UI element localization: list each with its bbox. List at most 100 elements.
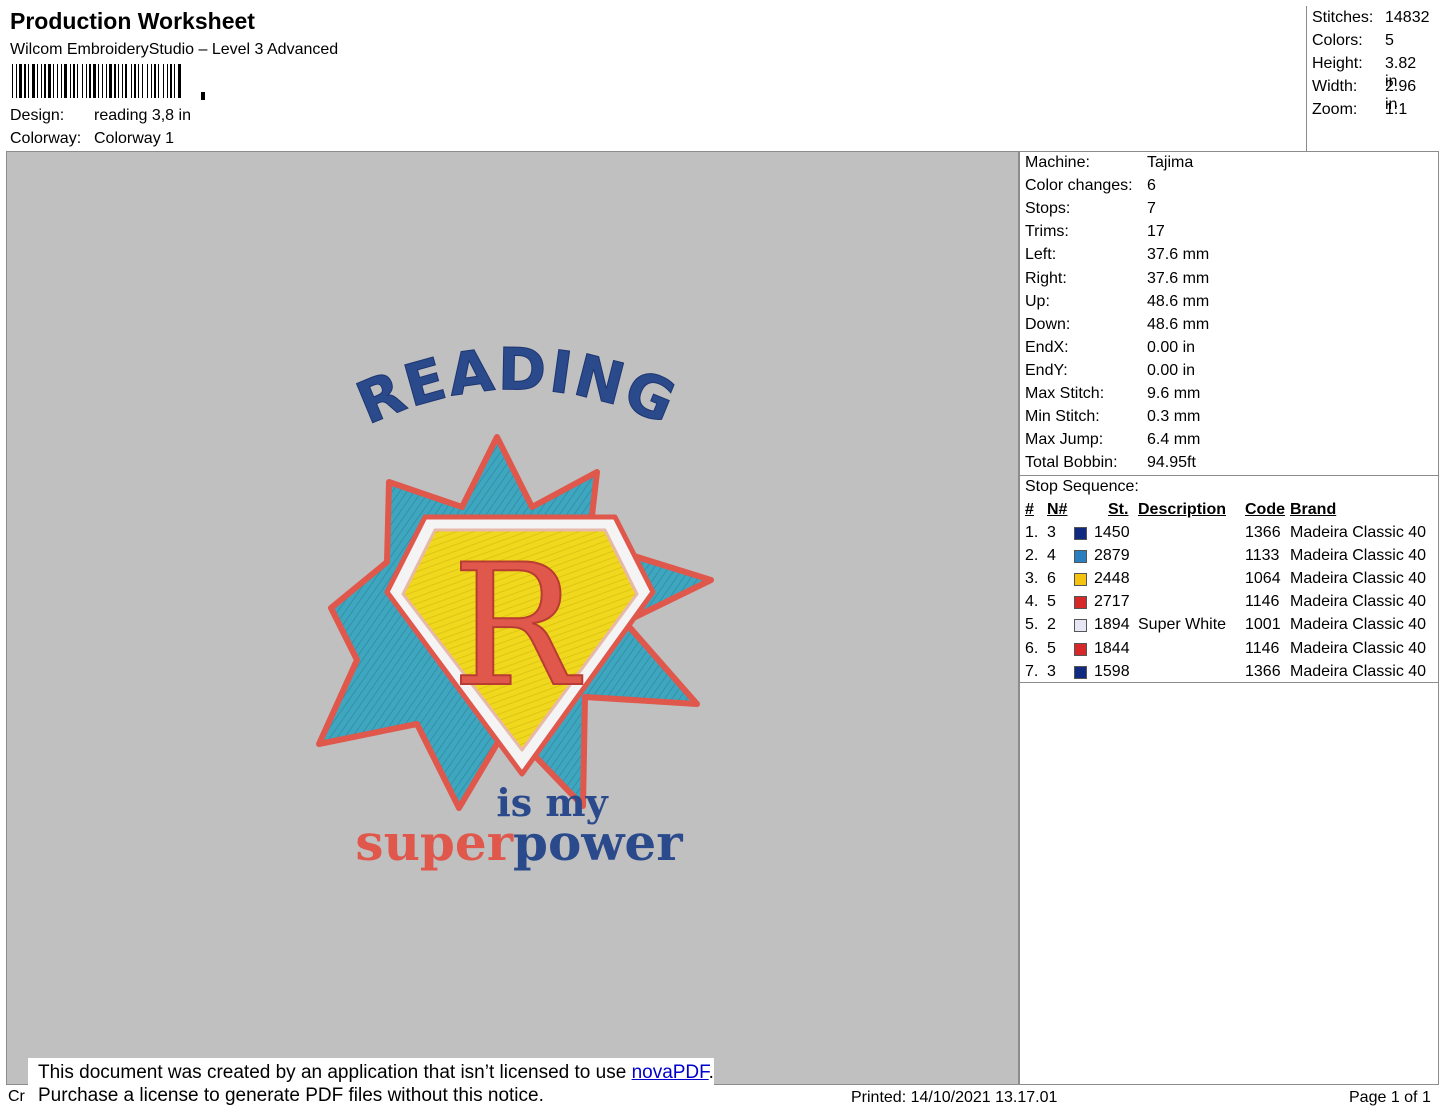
seq-brand: Madeira Classic 40 (1290, 662, 1427, 680)
info-label: Machine: (1025, 154, 1090, 171)
info-label: Left: (1025, 246, 1057, 264)
seq-num: 6. (1025, 639, 1039, 657)
seq-num: 7. (1025, 662, 1039, 680)
stop-sequence-header: # N# St. Description Code Brand (1020, 501, 1438, 523)
info-value: 0.00 in (1147, 338, 1196, 356)
info-value: 37.6 mm (1147, 269, 1210, 287)
design-word-reading: READING (347, 335, 686, 438)
design-preview-canvas: READING R is my superpower (6, 151, 1019, 1085)
info-value: 48.6 mm (1147, 292, 1210, 310)
seq-code: 1146 (1245, 593, 1280, 611)
info-label: Total Bobbin: (1025, 454, 1118, 472)
design-value: reading 3,8 in (94, 107, 191, 124)
info-row-maxstitch: Max Stitch: 9.6 mm (1025, 385, 1200, 403)
stop-sequence-row: 2. 4 2879 1133 Madeira Classic 40 (1020, 547, 1438, 569)
col-stitches: St. (1108, 501, 1129, 518)
stop-sequence-row: 5. 2 1894 Super White 1001 Madeira Classic 40 (1020, 616, 1438, 638)
seq-brand: Madeira Classic 40 (1290, 547, 1427, 565)
info-label: Right: (1025, 269, 1067, 287)
info-row-endx: EndX: 0.00 in (1025, 339, 1195, 357)
seq-brand: Madeira Classic 40 (1290, 524, 1427, 541)
info-row-machine: Machine: Tajima (1025, 154, 1193, 172)
printed-timestamp: Printed: 14/10/2021 13.17.01 (851, 1089, 1058, 1106)
thread-color-swatch (1074, 642, 1087, 656)
info-label: Color changes: (1025, 177, 1133, 195)
thread-color-swatch (1074, 619, 1087, 633)
seq-brand: Madeira Classic 40 (1290, 593, 1427, 611)
seq-desc: Super White (1138, 616, 1227, 634)
thread-color-swatch (1074, 596, 1087, 610)
col-brand: Brand (1290, 501, 1337, 518)
info-label: Max Stitch: (1025, 385, 1105, 402)
seq-code: 1146 (1245, 639, 1280, 657)
info-label: Down: (1025, 315, 1071, 333)
page-title: Production Worksheet (10, 8, 255, 34)
info-label: Stops: (1025, 200, 1071, 218)
colorway-label: Colorway: (10, 130, 82, 147)
col-code: Code (1245, 501, 1285, 518)
info-value: 9.6 mm (1147, 385, 1201, 402)
seq-num: 3. (1025, 570, 1039, 588)
seq-n: 5 (1047, 639, 1056, 657)
license-notice: This document was created by an applicat… (28, 1058, 714, 1112)
notice-line-2: Purchase a license to generate PDF files… (38, 1085, 544, 1106)
info-value: 6 (1147, 177, 1156, 195)
seq-code: 1366 (1245, 662, 1281, 680)
design-monogram: R (452, 528, 583, 724)
info-label: Min Stitch: (1025, 408, 1100, 426)
col-num: # (1025, 501, 1034, 518)
info-row-totalbobbin: Total Bobbin: 94.95ft (1025, 454, 1196, 472)
thread-color-swatch (1074, 665, 1087, 679)
seq-code: 1133 (1245, 547, 1280, 565)
seq-brand: Madeira Classic 40 (1290, 616, 1427, 634)
seq-n: 6 (1047, 570, 1056, 588)
info-row-colorchanges: Color changes: 6 (1025, 177, 1156, 195)
stop-sequence-row: 6. 5 1844 1146 Madeira Classic 40 (1020, 640, 1438, 662)
info-value: 17 (1147, 223, 1165, 241)
info-row-stops: Stops: 7 (1025, 200, 1156, 218)
info-label: EndY: (1025, 361, 1068, 379)
seq-st: 1450 (1094, 524, 1130, 541)
info-row-down: Down: 48.6 mm (1025, 315, 1209, 334)
seq-brand: Madeira Classic 40 (1290, 570, 1427, 588)
seq-n: 4 (1047, 547, 1056, 565)
seq-st: 2448 (1094, 570, 1130, 588)
embroidery-design: READING R is my superpower (316, 335, 714, 872)
novapdf-link[interactable]: novaPDF (632, 1062, 709, 1083)
info-value: 94.95ft (1147, 454, 1196, 472)
info-row-up: Up: 48.6 mm (1025, 292, 1209, 311)
info-value: 0.3 mm (1147, 408, 1201, 426)
footer-created-text: Cr (8, 1088, 25, 1105)
seq-st: 1894 (1094, 616, 1130, 634)
page-number: Page 1 of 1 (1349, 1089, 1431, 1106)
seq-n: 3 (1047, 662, 1056, 680)
info-row-left: Left: 37.6 mm (1025, 246, 1209, 264)
notice-line-1: This document was created by an applicat… (38, 1062, 714, 1083)
seq-code: 1064 (1245, 570, 1281, 588)
barcode-image (12, 64, 205, 100)
info-row-right: Right: 37.6 mm (1025, 269, 1209, 288)
colorway-field: Colorway: Colorway 1 (10, 130, 174, 148)
seq-num: 5. (1025, 616, 1039, 634)
stat-colors: Colors: 5 (1312, 32, 1394, 49)
info-label: Up: (1025, 292, 1050, 310)
seq-brand: Madeira Classic 40 (1290, 639, 1427, 657)
design-stats-panel: Stitches: 14832 Colors: 5 Height: 3.82 in W… (1306, 6, 1440, 152)
stop-sequence-row: 1. 3 1450 1366 Madeira Classic 40 (1020, 524, 1438, 546)
thread-color-swatch (1074, 550, 1087, 564)
thread-color-swatch (1074, 573, 1087, 587)
stat-height: Height: 3.82 in (1312, 55, 1417, 90)
stat-width: Width: 2.96 in (1312, 78, 1417, 113)
seq-n: 5 (1047, 593, 1056, 611)
machine-info-panel: Machine: Tajima Color changes: 6 Stops: 7 Trim… (1019, 151, 1439, 1085)
seq-st: 1844 (1094, 639, 1130, 657)
seq-num: 1. (1025, 524, 1039, 541)
seq-st: 2879 (1094, 547, 1130, 565)
info-value: 48.6 mm (1147, 315, 1210, 333)
seq-code: 1001 (1245, 616, 1281, 634)
info-label: Max Jump: (1025, 431, 1104, 449)
info-row-trims: Trims: 17 (1025, 223, 1165, 241)
info-row-endy: EndY: 0.00 in (1025, 361, 1195, 380)
seq-st: 1598 (1094, 662, 1130, 680)
seq-n: 2 (1047, 616, 1056, 634)
